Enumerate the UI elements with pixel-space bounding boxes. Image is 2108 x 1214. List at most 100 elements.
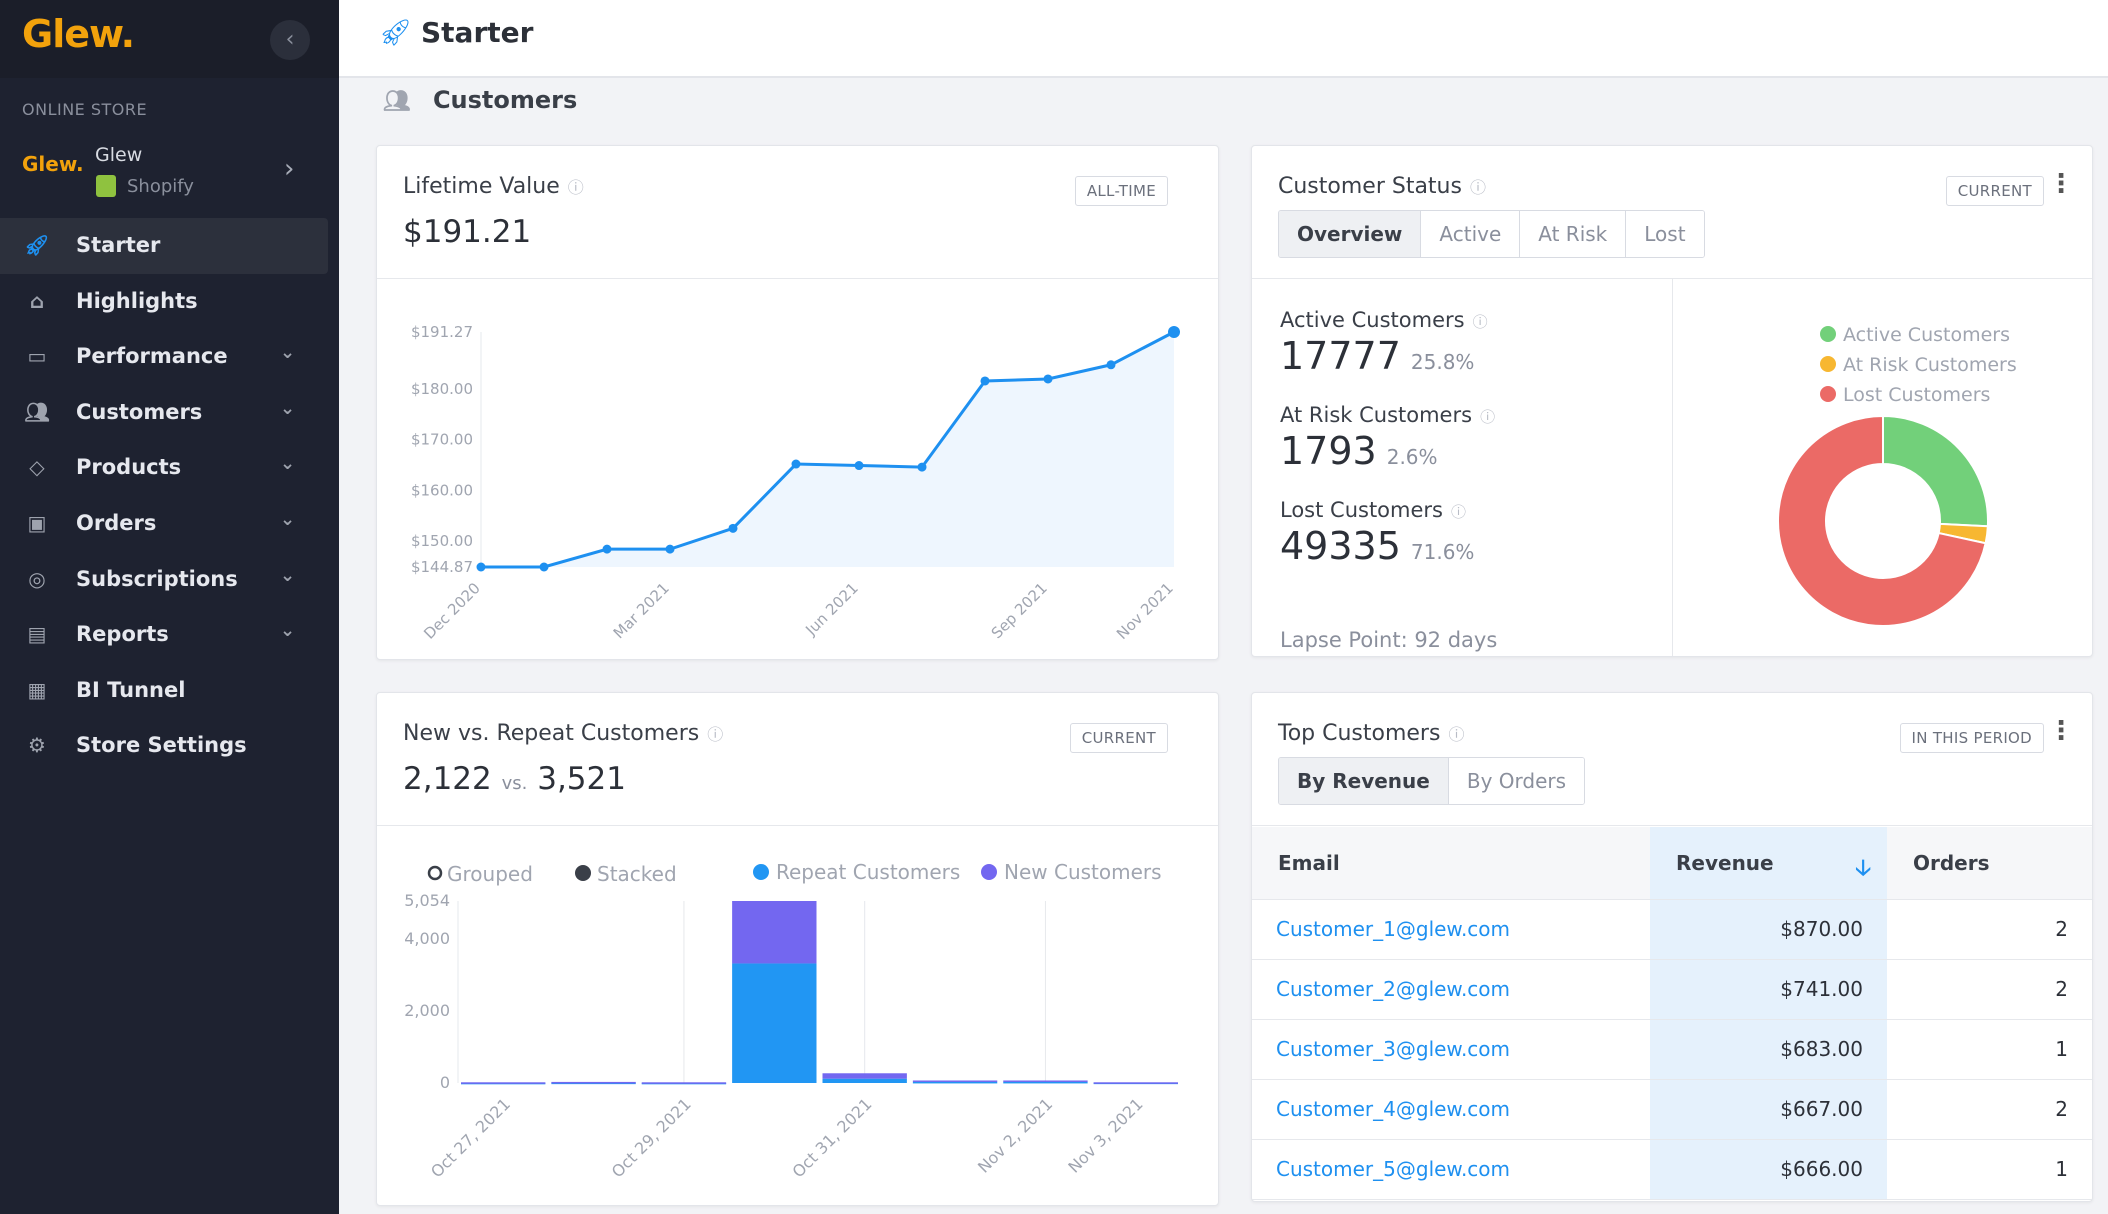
orders-cell: 2 bbox=[1887, 1079, 2092, 1140]
y-tick-label: 2,000 bbox=[404, 1001, 450, 1020]
sidebar-item-orders[interactable]: ▣ Orders ⌄ bbox=[0, 496, 339, 552]
stacked-radio bbox=[575, 865, 591, 881]
metric-label: Lost Customers bbox=[1280, 498, 1443, 522]
sidebar-item-starter[interactable]: 🚀︎ Starter bbox=[0, 218, 328, 274]
card-title: Top Customers ⓘ bbox=[1278, 721, 1465, 746]
x-tick-label: Nov 2021 bbox=[1113, 579, 1177, 643]
data-point bbox=[1106, 360, 1116, 370]
customer-email-link[interactable]: Customer_1@glew.com bbox=[1252, 899, 1650, 960]
metric-value: 17777 bbox=[1280, 334, 1401, 378]
metric-percent: 25.8% bbox=[1410, 350, 1475, 374]
revenue-cell: $667.00 bbox=[1650, 1079, 1887, 1140]
column-header-orders[interactable]: Orders bbox=[1887, 827, 2092, 900]
info-icon[interactable]: ⓘ bbox=[568, 178, 584, 197]
period-badge: CURRENT bbox=[1945, 176, 2044, 206]
sidebar-item-subscriptions[interactable]: ◎ Subscriptions ⌄ bbox=[0, 552, 339, 608]
sidebar-item-reports[interactable]: ▤ Reports ⌄ bbox=[0, 607, 339, 663]
sidebar-item-highlights[interactable]: ⌂ Highlights bbox=[0, 274, 339, 330]
area-fill bbox=[481, 332, 1174, 567]
chevron-down-icon: ⌄ bbox=[280, 620, 296, 642]
data-point bbox=[728, 523, 738, 533]
info-icon[interactable]: ⓘ bbox=[1448, 725, 1464, 744]
top-customers-tabs: By Revenue By Orders bbox=[1278, 757, 1586, 805]
donut-slice-active-customers bbox=[1882, 414, 1989, 528]
metric-value: 49335 bbox=[1280, 524, 1401, 568]
bar-new-customers bbox=[732, 901, 817, 964]
info-icon[interactable]: ⓘ bbox=[1480, 408, 1495, 426]
legend-label: New Customers bbox=[1004, 860, 1162, 884]
period-badge: IN THIS PERIOD bbox=[1899, 723, 2044, 753]
bar-new-customers bbox=[912, 1080, 998, 1082]
bar-new-customers bbox=[461, 1082, 546, 1084]
sidebar-item-products[interactable]: ◇ Products ⌄ bbox=[0, 440, 339, 496]
data-point bbox=[917, 462, 927, 472]
y-tick-label: $144.87 bbox=[411, 558, 473, 576]
y-tick-label: $150.00 bbox=[411, 532, 473, 550]
data-point bbox=[476, 562, 486, 572]
tab-lost[interactable]: Lost bbox=[1626, 211, 1704, 257]
customer-email-link[interactable]: Customer_5@glew.com bbox=[1252, 1139, 1650, 1200]
metric-label: Active Customers bbox=[1280, 308, 1465, 332]
section-title: Customers bbox=[432, 86, 578, 114]
home-icon: ⌂ bbox=[29, 288, 45, 313]
column-header-revenue[interactable]: Revenue 🡣 bbox=[1650, 827, 1887, 900]
store-name: Glew bbox=[95, 144, 143, 166]
y-tick-label: $160.00 bbox=[411, 481, 473, 499]
info-icon[interactable]: ⓘ bbox=[1470, 178, 1486, 197]
store-selector[interactable]: Glew. Glew Shopify › bbox=[0, 140, 339, 204]
tab-overview[interactable]: Overview bbox=[1279, 211, 1422, 257]
column-header-email[interactable]: Email bbox=[1252, 827, 1650, 900]
sidebar-item-label: Highlights bbox=[76, 288, 198, 313]
more-options-icon[interactable]: ⋮ bbox=[2048, 171, 2074, 197]
lifetime-value-card: Lifetime Value ⓘ $191.21 ALL-TIME $144.87… bbox=[376, 145, 1219, 660]
chevron-down-icon: ⌄ bbox=[280, 397, 296, 419]
revenue-cell: $683.00 bbox=[1650, 1019, 1887, 1080]
metric-percent: 71.6% bbox=[1410, 540, 1475, 564]
x-tick-label: Nov 2, 2021 bbox=[974, 1094, 1056, 1176]
info-icon[interactable]: ⓘ bbox=[1451, 503, 1466, 521]
customer-email-link[interactable]: Customer_4@glew.com bbox=[1252, 1079, 1650, 1140]
table-row: Customer_5@glew.com $666.00 1 bbox=[1252, 1139, 2092, 1200]
lapse-point: Lapse Point: 92 days bbox=[1280, 628, 1498, 652]
chevron-down-icon: ⌄ bbox=[280, 564, 296, 586]
legend-label: Repeat Customers bbox=[776, 860, 960, 884]
revenue-cell: $741.00 bbox=[1650, 959, 1887, 1020]
legend-label: At Risk Customers bbox=[1843, 354, 2017, 376]
info-icon[interactable]: ⓘ bbox=[707, 725, 723, 744]
metric-value: 1793 bbox=[1280, 429, 1377, 473]
sidebar-item-bi-tunnel[interactable]: ▦ BI Tunnel bbox=[0, 663, 339, 719]
chevron-right-icon: › bbox=[284, 154, 295, 184]
sidebar-item-store-settings[interactable]: ⚙ Store Settings bbox=[0, 718, 339, 774]
tab-by-revenue[interactable]: By Revenue bbox=[1279, 758, 1449, 804]
users-icon: 👥︎ bbox=[383, 89, 411, 114]
status-tabs: Overview Active At Risk Lost bbox=[1278, 210, 1705, 258]
more-options-icon[interactable]: ⋮ bbox=[2048, 718, 2074, 744]
x-tick-label: Mar 2021 bbox=[610, 579, 673, 642]
legend-swatch bbox=[1820, 356, 1836, 372]
revenue-cell: $870.00 bbox=[1650, 899, 1887, 960]
sidebar-item-label: Performance bbox=[76, 344, 228, 369]
grouped-radio bbox=[427, 865, 443, 881]
sidebar-item-performance[interactable]: ▭ Performance ⌄ bbox=[0, 329, 339, 385]
customer-email-link[interactable]: Customer_3@glew.com bbox=[1252, 1019, 1650, 1080]
glew-logo[interactable]: Glew. bbox=[22, 12, 135, 56]
period-badge: CURRENT bbox=[1069, 723, 1168, 753]
sidebar-item-customers[interactable]: 👥︎ Customers ⌄ bbox=[0, 385, 339, 441]
y-tick-label: $180.00 bbox=[411, 380, 473, 398]
customer-email-link[interactable]: Customer_2@glew.com bbox=[1252, 959, 1650, 1020]
info-icon[interactable]: ⓘ bbox=[1473, 313, 1488, 331]
arrow-down-icon: 🡣 bbox=[1855, 855, 1871, 881]
tab-at-risk[interactable]: At Risk bbox=[1520, 211, 1627, 257]
monitor-icon: ▭ bbox=[27, 344, 47, 369]
legend-swatch bbox=[1820, 326, 1836, 342]
new-vs-repeat-values: 2,122 vs. 3,521 bbox=[403, 761, 626, 797]
card-title: New vs. Repeat Customers ⓘ bbox=[403, 721, 724, 746]
stacked-label: Stacked bbox=[597, 862, 677, 886]
period-badge: ALL-TIME bbox=[1074, 176, 1168, 206]
gear-icon: ⚙ bbox=[28, 733, 46, 758]
y-tick-label: 5,054 bbox=[404, 891, 450, 910]
top-customers-table: Email Revenue 🡣 Orders Customer_1@glew.co… bbox=[1252, 827, 2092, 1200]
tab-active[interactable]: Active bbox=[1421, 211, 1521, 257]
collapse-sidebar-button[interactable]: ‹ bbox=[270, 20, 310, 60]
tab-by-orders[interactable]: By Orders bbox=[1448, 758, 1585, 804]
